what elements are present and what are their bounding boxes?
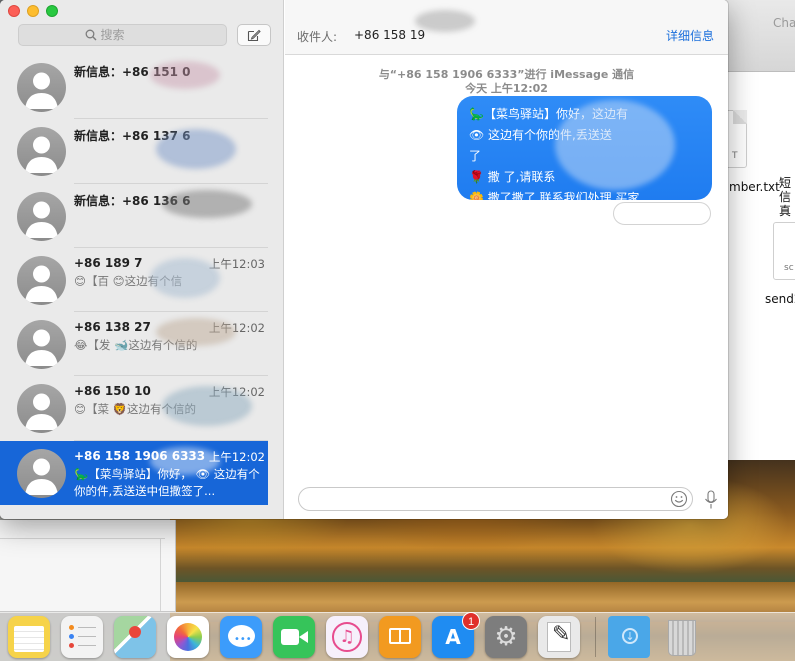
avatar bbox=[17, 255, 66, 305]
script-editor-icon[interactable]: ✎ bbox=[538, 616, 580, 658]
file-type-tag: sc bbox=[784, 263, 794, 273]
zoom-window-button[interactable] bbox=[46, 5, 58, 17]
person-icon bbox=[25, 136, 58, 174]
conversation-name: 新信息：+86 136 6 bbox=[74, 193, 191, 208]
message-line: 🌹 撒 了,请联系 bbox=[469, 170, 556, 184]
notification-badge: 1 bbox=[462, 612, 480, 630]
avatar bbox=[17, 384, 66, 434]
conversation-item[interactable]: 新信息：+86 151 0 bbox=[0, 55, 268, 120]
conversation-time: 上午12:03 bbox=[208, 256, 265, 271]
search-field[interactable] bbox=[18, 24, 227, 46]
person-icon bbox=[25, 458, 58, 495]
compose-icon bbox=[247, 29, 261, 41]
avatar bbox=[17, 320, 66, 370]
emoji-icon[interactable] bbox=[670, 490, 688, 508]
conversation-name: 新信息：+86 151 0 bbox=[74, 65, 191, 79]
messages-window: 新信息：+86 151 0 新信息：+86 137 6 新信息：+86 136 … bbox=[0, 0, 728, 519]
recipient-label: 收件人: bbox=[297, 30, 338, 44]
conversation-preview: 😊【菜 🦁这边有个信的 bbox=[74, 402, 196, 417]
file-name-label[interactable]: 短信真 bbox=[779, 176, 793, 218]
conversation-preview bbox=[74, 209, 265, 243]
conversation-item[interactable]: +86 189 7 上午12:03 😊【百 😊这边有个信 bbox=[0, 248, 268, 313]
dock-separator bbox=[595, 617, 596, 657]
facetime-icon[interactable] bbox=[273, 616, 315, 658]
dock: ••• ♫ A 1 ⚙ ✎ ↓ bbox=[0, 612, 795, 661]
avatar bbox=[17, 63, 66, 112]
recipient-field[interactable]: +86 158 19 bbox=[354, 28, 425, 42]
conversation-item[interactable]: +86 150 10 上午12:02 😊【菜 🦁这边有个信的 bbox=[0, 376, 268, 442]
incoming-message-bubble[interactable] bbox=[613, 202, 711, 225]
divider bbox=[0, 538, 165, 539]
message-timestamp: 今天 上午12:02 bbox=[465, 82, 548, 95]
message-input[interactable] bbox=[309, 491, 659, 507]
message-line: 👁 这边有个你的件,丢送送 bbox=[469, 128, 612, 142]
itunes-icon[interactable]: ♫ bbox=[326, 616, 368, 658]
conversation-name: +86 138 27 bbox=[74, 320, 151, 335]
conversation-name: 新信息：+86 137 6 bbox=[74, 129, 191, 144]
person-icon bbox=[25, 72, 58, 109]
microphone-icon[interactable] bbox=[704, 490, 718, 510]
compose-button[interactable] bbox=[237, 24, 271, 46]
conversation-preview bbox=[74, 144, 265, 178]
app-store-icon[interactable]: A1 bbox=[432, 612, 480, 658]
messages-icon[interactable]: ••• bbox=[220, 616, 262, 658]
notes-icon[interactable] bbox=[8, 616, 50, 658]
conversation-name: +86 158 1906 6333 bbox=[74, 448, 206, 463]
reminders-icon[interactable] bbox=[61, 616, 103, 658]
conversation-sidebar: 新信息：+86 151 0 新信息：+86 137 6 新信息：+86 136 … bbox=[0, 0, 284, 519]
avatar bbox=[17, 127, 66, 177]
conversation-name: +86 150 10 bbox=[74, 384, 151, 399]
file-name-label[interactable]: mber.txt bbox=[729, 180, 780, 194]
avatar bbox=[17, 191, 66, 241]
photos-icon[interactable] bbox=[167, 616, 209, 658]
conversation-item[interactable]: +86 138 27 上午12:02 😂【发 🐋这边有个信的 bbox=[0, 312, 268, 377]
script-file-icon[interactable]: sc bbox=[773, 222, 795, 280]
message-input-bar[interactable] bbox=[298, 487, 693, 511]
conversation-header: 收件人: +86 158 19 详细信息 bbox=[285, 0, 728, 55]
message-line: 🦕【菜鸟驿站】你好，这边有 bbox=[469, 107, 628, 121]
conversation-item[interactable]: 新信息：+86 137 6 bbox=[0, 119, 268, 184]
avatar bbox=[17, 448, 66, 498]
background-window bbox=[0, 520, 176, 612]
conversation-list: 新信息：+86 151 0 新信息：+86 137 6 新信息：+86 136 … bbox=[0, 55, 268, 506]
conversation-preview: 😂【发 🐋这边有个信的 bbox=[74, 338, 198, 353]
divider bbox=[160, 538, 161, 611]
conversation-preview bbox=[74, 80, 265, 114]
file-name-label[interactable]: send2 bbox=[765, 292, 795, 306]
minimize-window-button[interactable] bbox=[27, 5, 39, 17]
conversation-time: 上午12:02 bbox=[208, 385, 265, 400]
person-icon bbox=[25, 393, 58, 431]
file-type-tag: T bbox=[732, 151, 738, 161]
conversation-time: 上午12:02 bbox=[208, 449, 265, 464]
message-line: 了 bbox=[469, 149, 482, 163]
person-icon bbox=[25, 265, 58, 302]
outgoing-message-bubble[interactable]: 🦕【菜鸟驿站】你好，这边有 👁 这边有个你的件,丢送送了 🌹 撒 了,请联系 🌼 撒了… bbox=[457, 96, 712, 200]
person-icon bbox=[25, 329, 58, 367]
trash-icon[interactable] bbox=[661, 616, 703, 658]
ibooks-icon[interactable] bbox=[379, 616, 421, 658]
person-icon bbox=[25, 201, 58, 238]
details-button[interactable]: 详细信息 bbox=[666, 27, 714, 44]
conversation-preview: 😊【百 😊这边有个信 bbox=[74, 273, 183, 288]
conversation-name: +86 189 7 bbox=[74, 255, 143, 270]
finder-title: Cha bbox=[773, 16, 795, 30]
conversation-item[interactable]: +86 158 1906 6333 上午12:02 🦕【菜鸟驿站】你好， 👁 这… bbox=[0, 440, 268, 506]
system-preferences-icon[interactable]: ⚙ bbox=[485, 616, 527, 658]
conversation-pane: 收件人: +86 158 19 详细信息 与“+86 158 1906 6333… bbox=[285, 0, 728, 519]
search-input[interactable] bbox=[100, 28, 161, 42]
message-line: 🌼 撒了撒了,联系我们处理 买家 bbox=[469, 191, 640, 200]
close-window-button[interactable] bbox=[8, 5, 20, 17]
conversation-item[interactable]: 新信息：+86 136 6 bbox=[0, 184, 268, 249]
downloads-folder-icon[interactable]: ↓ bbox=[608, 616, 650, 658]
maps-icon[interactable] bbox=[114, 616, 156, 658]
conversation-preview: 🦕【菜鸟驿站】你好， 👁 这边有个你的件,丢送送中但撒签了... bbox=[74, 466, 260, 498]
search-icon bbox=[85, 29, 96, 41]
conversation-time: 上午12:02 bbox=[208, 321, 265, 336]
